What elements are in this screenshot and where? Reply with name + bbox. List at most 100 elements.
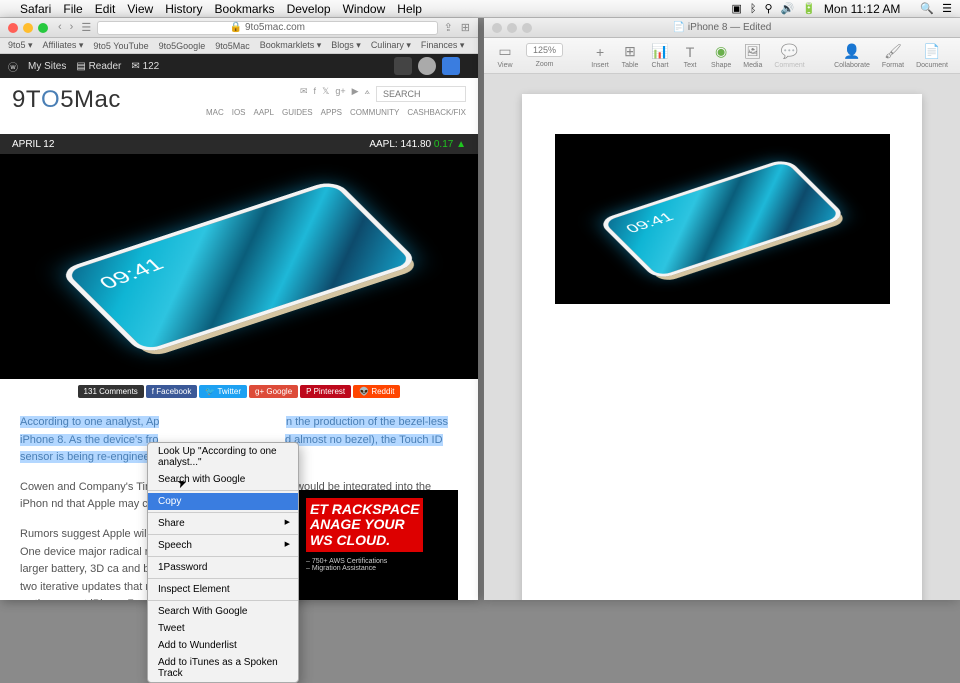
mail-icon[interactable]: ✉ — [300, 86, 308, 102]
document-page[interactable] — [522, 94, 922, 600]
menu-history[interactable]: History — [165, 2, 202, 16]
wp-avatar[interactable] — [418, 57, 436, 75]
ctx-itunes[interactable]: Add to iTunes as a Spoken Track — [148, 654, 298, 682]
site-logo[interactable]: 9TO5Mac — [12, 86, 121, 114]
minimize-button[interactable] — [507, 23, 517, 33]
share-pinterest[interactable]: P Pinterest — [300, 385, 351, 398]
tool-document[interactable]: 📄Document — [912, 43, 952, 69]
ctx-tweet[interactable]: Tweet — [148, 620, 298, 637]
tool-comment[interactable]: 💬Comment — [770, 43, 808, 69]
ctx-1password[interactable]: 1Password — [148, 559, 298, 576]
rss-icon[interactable]: ⟑ — [365, 86, 370, 102]
wordpress-admin-bar: ⓦ My Sites ▤ Reader ✉ 122 — [0, 54, 478, 78]
maximize-button[interactable] — [522, 23, 532, 33]
volume-icon[interactable]: 🔊 — [781, 2, 795, 15]
airplay-icon[interactable]: ▣ — [731, 2, 741, 15]
tool-view[interactable]: ▭View — [492, 43, 518, 69]
menu-window[interactable]: Window — [343, 2, 386, 16]
wp-notif[interactable]: ✉ 122 — [131, 61, 159, 72]
tool-collaborate[interactable]: 👤Collaborate — [830, 43, 874, 69]
tool-table[interactable]: ⊞Table — [617, 43, 643, 69]
fav-item[interactable]: 9to5Mac — [215, 41, 250, 51]
tool-media[interactable]: 🖼Media — [739, 43, 766, 69]
fav-item[interactable]: Affiliates ▾ — [43, 40, 84, 51]
tool-chart[interactable]: 📊Chart — [647, 43, 673, 69]
nav-item[interactable]: IOS — [232, 108, 246, 117]
share-google[interactable]: g+ Google — [249, 385, 298, 398]
back-button[interactable]: ‹ — [58, 21, 62, 34]
facebook-icon[interactable]: f — [314, 86, 317, 102]
ctx-inspect[interactable]: Inspect Element — [148, 581, 298, 598]
twitter-icon[interactable]: 𝕏 — [322, 86, 329, 102]
nav-item[interactable]: COMMUNITY — [350, 108, 399, 117]
fav-item[interactable]: Culinary ▾ — [371, 40, 411, 51]
social-icons: ✉ f𝕏g+ ▶ ⟑ — [206, 86, 466, 102]
search-input[interactable] — [376, 86, 466, 102]
nav-item[interactable]: APPS — [321, 108, 342, 117]
fav-item[interactable]: Bookmarklets ▾ — [260, 40, 322, 51]
wp-icon[interactable] — [394, 57, 412, 75]
ctx-lookup[interactable]: Look Up "According to one analyst..." — [148, 443, 298, 471]
spotlight-icon[interactable]: 🔍 — [920, 2, 934, 15]
share-twitter[interactable]: 🐦 Twitter — [199, 385, 247, 398]
wp-reader[interactable]: ▤ Reader — [76, 61, 121, 72]
fav-item[interactable]: 9to5 YouTube — [93, 41, 148, 51]
fav-item[interactable]: Blogs ▾ — [331, 40, 361, 51]
stock-ticker[interactable]: AAPL: 141.80 0.17 ▲ — [369, 139, 466, 150]
tool-format[interactable]: 🖌Format — [878, 43, 908, 69]
share-reddit[interactable]: 👽 Reddit — [353, 385, 400, 398]
safari-titlebar: ‹ › ☰ 🔒 9to5mac.com ⇪ ⊞ — [0, 18, 478, 38]
ctx-wunderlist[interactable]: Add to Wunderlist — [148, 637, 298, 654]
nav-item[interactable]: GUIDES — [282, 108, 313, 117]
collaborate-icon: 👤 — [843, 43, 861, 61]
nav-item[interactable]: CASHBACK/FIX — [407, 108, 466, 117]
tool-insert[interactable]: +Insert — [587, 43, 613, 69]
ctx-share[interactable]: Share — [148, 515, 298, 532]
menu-develop[interactable]: Develop — [287, 2, 331, 16]
share-facebook[interactable]: f Facebook — [146, 385, 198, 398]
ctx-speech[interactable]: Speech — [148, 537, 298, 554]
nav-item[interactable]: AAPL — [254, 108, 274, 117]
wp-logo-icon[interactable]: ⓦ — [8, 59, 18, 74]
maximize-button[interactable] — [38, 23, 48, 33]
battery-icon[interactable]: 🔋 — [802, 2, 816, 15]
pasted-image[interactable] — [555, 134, 890, 304]
fav-item[interactable]: Finances ▾ — [421, 40, 465, 51]
tool-zoom[interactable]: 125%Zoom — [522, 43, 567, 68]
notification-icon[interactable]: ☰ — [942, 2, 952, 15]
nav-item[interactable]: MAC — [206, 108, 224, 117]
wp-mysites[interactable]: My Sites — [28, 61, 66, 72]
ctx-search-with-google[interactable]: Search With Google — [148, 603, 298, 620]
forward-button[interactable]: › — [70, 21, 74, 34]
address-bar[interactable]: 🔒 9to5mac.com — [97, 21, 437, 35]
sidebar-ad[interactable]: ET RACKSPACEANAGE YOURWS CLOUD. – 750+ A… — [298, 490, 458, 600]
ctx-search-google[interactable]: Search with Google — [148, 471, 298, 488]
menu-help[interactable]: Help — [397, 2, 422, 16]
bluetooth-icon[interactable]: ᛒ — [750, 3, 757, 15]
wp-icon[interactable] — [442, 57, 460, 75]
minimize-button[interactable] — [23, 23, 33, 33]
share-button[interactable]: ⇪ — [444, 21, 453, 34]
tool-shape[interactable]: ◉Shape — [707, 43, 735, 69]
close-button[interactable] — [492, 23, 502, 33]
fav-item[interactable]: 9to5Google — [159, 41, 206, 51]
google-icon[interactable]: g+ — [335, 86, 345, 102]
menu-file[interactable]: File — [63, 2, 82, 16]
pages-canvas[interactable] — [484, 74, 960, 600]
tool-text[interactable]: TText — [677, 43, 703, 69]
ctx-copy[interactable]: Copy — [148, 493, 298, 510]
separator — [148, 556, 298, 557]
comments-button[interactable]: 131 Comments — [78, 385, 144, 398]
fav-item[interactable]: 9to5 ▾ — [8, 40, 33, 51]
app-name[interactable]: Safari — [20, 2, 51, 16]
clock[interactable]: Mon 11:12 AM — [824, 2, 901, 16]
site-nav: MAC IOS AAPL GUIDES APPS COMMUNITY CASHB… — [206, 108, 466, 117]
menu-bookmarks[interactable]: Bookmarks — [215, 2, 275, 16]
menu-edit[interactable]: Edit — [95, 2, 116, 16]
youtube-icon[interactable]: ▶ — [352, 86, 359, 102]
tabs-button[interactable]: ⊞ — [461, 21, 470, 34]
sidebar-button[interactable]: ☰ — [81, 21, 91, 34]
menu-view[interactable]: View — [127, 2, 153, 16]
close-button[interactable] — [8, 23, 18, 33]
wifi-icon[interactable]: ⚲ — [764, 2, 772, 15]
